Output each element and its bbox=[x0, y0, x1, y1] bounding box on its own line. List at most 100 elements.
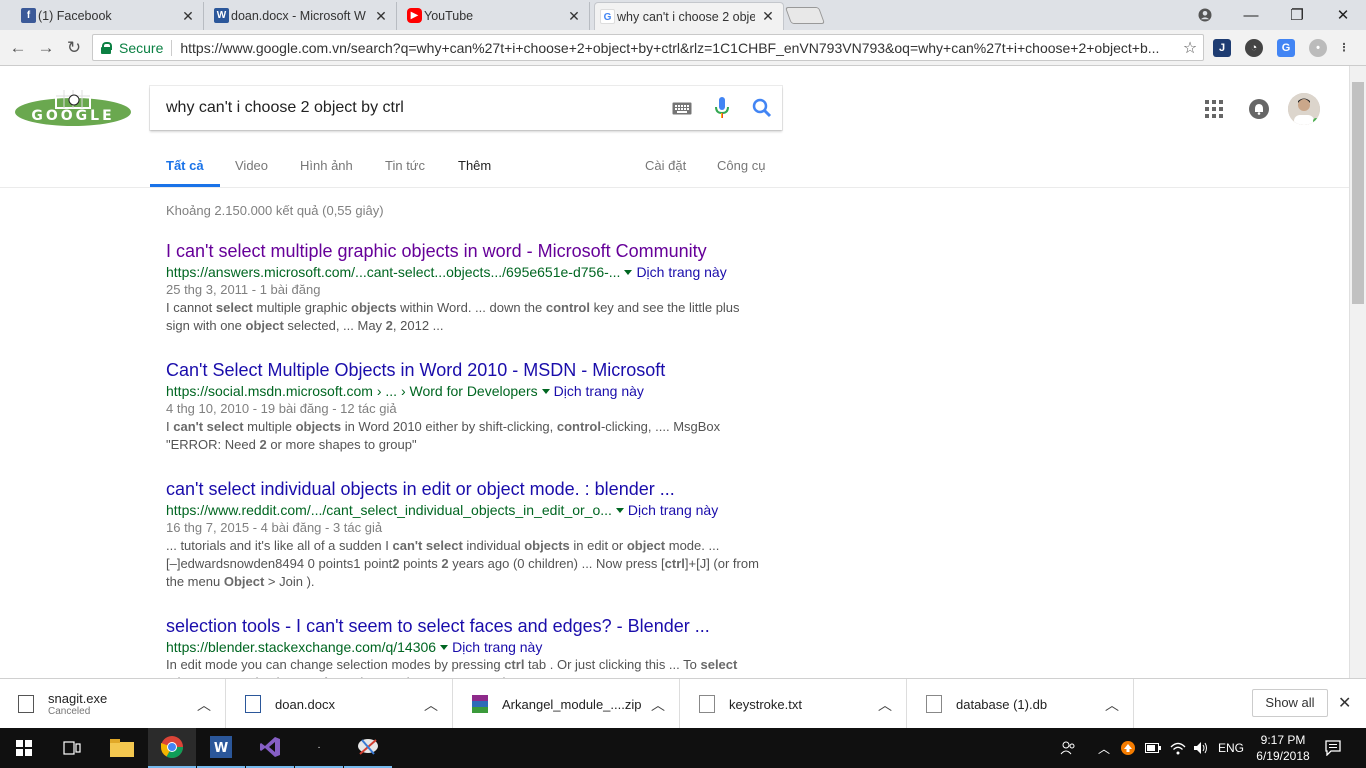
language-indicator[interactable]: ENG bbox=[1218, 728, 1244, 768]
extension-circle-icon[interactable]: ◔ bbox=[1245, 39, 1263, 57]
youtube-icon: ▶ bbox=[407, 8, 422, 23]
dropdown-arrow-icon[interactable] bbox=[624, 269, 633, 275]
wifi-icon[interactable] bbox=[1170, 728, 1186, 768]
download-filename: doan.docx bbox=[275, 696, 335, 712]
show-all-button[interactable]: Show all bbox=[1252, 689, 1328, 717]
avatar[interactable] bbox=[1288, 93, 1320, 125]
download-item[interactable]: keystroke.txt ︿ bbox=[681, 679, 907, 729]
search-box[interactable]: why can't i choose 2 object by ctrl bbox=[150, 86, 782, 130]
chevron-up-icon[interactable]: ︿ bbox=[424, 695, 438, 715]
tab-word-document[interactable]: W doan.docx - Microsoft W ✕ bbox=[209, 2, 397, 30]
result-title-link[interactable]: I can't select multiple graphic objects … bbox=[166, 240, 766, 262]
search-icon[interactable] bbox=[742, 86, 782, 130]
file-explorer-icon[interactable] bbox=[98, 728, 146, 768]
scrollbar-thumb[interactable] bbox=[1352, 82, 1364, 304]
tab-facebook[interactable]: f (1) Facebook ✕ bbox=[16, 2, 204, 30]
blank-app-icon[interactable]: · bbox=[295, 728, 343, 768]
download-item[interactable]: doan.docx ︿ bbox=[227, 679, 453, 729]
microphone-icon[interactable] bbox=[702, 86, 742, 130]
translate-link[interactable]: Dịch trang này bbox=[628, 502, 718, 518]
tab-youtube[interactable]: ▶ YouTube ✕ bbox=[402, 2, 590, 30]
tab-more[interactable]: Thêm bbox=[458, 158, 491, 173]
result-stats: Khoảng 2.150.000 kết quả (0,55 giây) bbox=[166, 203, 384, 218]
address-bar[interactable]: Secure https://www.google.com.vn/search?… bbox=[92, 34, 1204, 61]
close-icon[interactable]: ✕ bbox=[374, 8, 388, 25]
translate-link[interactable]: Dịch trang này bbox=[452, 639, 542, 655]
battery-icon[interactable] bbox=[1145, 728, 1161, 768]
extension-j-icon[interactable]: J bbox=[1213, 39, 1231, 57]
active-tab-indicator bbox=[150, 184, 220, 187]
start-windows-icon[interactable] bbox=[0, 728, 48, 768]
volume-icon[interactable] bbox=[1193, 728, 1209, 768]
close-icon[interactable]: ✕ bbox=[181, 8, 195, 25]
result-title-link[interactable]: Can't Select Multiple Objects in Word 20… bbox=[166, 359, 766, 381]
tab-news[interactable]: Tin tức bbox=[385, 158, 425, 173]
task-view-icon[interactable] bbox=[48, 728, 96, 768]
update-arrow-icon[interactable] bbox=[1121, 728, 1135, 768]
menu-icon[interactable]: ⋮ bbox=[1335, 39, 1353, 57]
back-button[interactable]: ← bbox=[6, 36, 30, 60]
close-icon[interactable]: ✕ bbox=[761, 8, 775, 25]
profile-icon[interactable] bbox=[1182, 0, 1228, 30]
dropdown-arrow-icon[interactable] bbox=[440, 644, 449, 650]
translate-link[interactable]: Dịch trang này bbox=[636, 264, 726, 280]
tab-title: doan.docx - Microsoft W bbox=[231, 9, 366, 23]
chevron-up-icon[interactable]: ︿ bbox=[878, 695, 892, 715]
minimize-button[interactable]: — bbox=[1228, 0, 1274, 30]
tab-images[interactable]: Hình ảnh bbox=[300, 158, 353, 173]
tab-all[interactable]: Tất cả bbox=[166, 158, 204, 173]
word-taskbar-icon[interactable]: W bbox=[197, 728, 245, 768]
clock[interactable]: 9:17 PM 6/19/2018 bbox=[1252, 732, 1314, 764]
reload-button[interactable]: ↻ bbox=[62, 36, 86, 60]
result-title-link[interactable]: can't select individual objects in edit … bbox=[166, 478, 766, 500]
download-item[interactable]: snagit.exe Canceled ︿ bbox=[0, 679, 226, 729]
tab-title: (1) Facebook bbox=[38, 9, 112, 23]
downloads-bar: snagit.exe Canceled ︿ doan.docx ︿ Arkang… bbox=[0, 678, 1366, 729]
action-center-icon[interactable] bbox=[1325, 728, 1341, 768]
chrome-icon[interactable] bbox=[148, 728, 196, 768]
google-icon: G bbox=[600, 9, 615, 24]
visual-studio-icon[interactable] bbox=[246, 728, 294, 768]
result-url-line: https://www.reddit.com/.../cant_select_i… bbox=[166, 501, 766, 519]
close-icon[interactable]: ✕ bbox=[567, 8, 581, 25]
result-date: 25 thg 3, 2011 - 1 bài đăng bbox=[166, 282, 321, 297]
notifications-icon[interactable] bbox=[1249, 99, 1269, 119]
translate-icon[interactable]: G bbox=[1277, 39, 1295, 57]
tools-link[interactable]: Công cụ bbox=[717, 158, 765, 173]
url-text[interactable]: https://www.google.com.vn/search?q=why+c… bbox=[180, 40, 1177, 56]
bookmark-star-icon[interactable]: ☆ bbox=[1177, 38, 1203, 58]
translate-link[interactable]: Dịch trang này bbox=[554, 383, 644, 399]
chevron-up-icon[interactable]: ︿ bbox=[1105, 695, 1119, 715]
maximize-button[interactable]: ❐ bbox=[1274, 0, 1320, 30]
window-close-button[interactable]: ✕ bbox=[1320, 0, 1366, 30]
chevron-up-icon[interactable]: ︿ bbox=[197, 695, 211, 715]
text-file-icon bbox=[699, 695, 715, 713]
result-snippet: I cannot select multiple graphic objects… bbox=[166, 300, 740, 333]
search-result: selection tools - I can't seem to select… bbox=[166, 615, 766, 678]
google-doodle-logo[interactable]: GOOGLE bbox=[14, 88, 132, 128]
chevron-up-icon[interactable]: ︿ bbox=[651, 695, 665, 715]
snipping-tool-icon[interactable] bbox=[344, 728, 392, 768]
extension-grey-icon[interactable]: • bbox=[1309, 39, 1327, 57]
result-snippet: In edit mode you can change selection mo… bbox=[166, 657, 738, 678]
vertical-scrollbar[interactable] bbox=[1349, 66, 1366, 678]
new-tab-button[interactable] bbox=[784, 7, 826, 24]
dropdown-arrow-icon[interactable] bbox=[541, 388, 550, 394]
close-downloads-icon[interactable]: ✕ bbox=[1338, 693, 1351, 713]
forward-button[interactable]: → bbox=[34, 36, 58, 60]
download-item[interactable]: Arkangel_module_....zip ︿ bbox=[454, 679, 680, 729]
google-apps-icon[interactable] bbox=[1205, 100, 1223, 118]
show-hidden-icons-chevron-icon[interactable]: ︿ bbox=[1098, 728, 1110, 768]
zip-file-icon bbox=[472, 695, 488, 713]
download-item[interactable]: database (1).db ︿ bbox=[908, 679, 1134, 729]
search-input[interactable]: why can't i choose 2 object by ctrl bbox=[150, 99, 662, 117]
keyboard-icon[interactable] bbox=[662, 86, 702, 130]
tab-google-search[interactable]: G why can't i choose 2 obje ✕ bbox=[594, 2, 784, 30]
settings-link[interactable]: Cài đặt bbox=[645, 158, 686, 173]
svg-text:GOOGLE: GOOGLE bbox=[31, 108, 114, 124]
facebook-icon: f bbox=[21, 8, 36, 23]
tab-video[interactable]: Video bbox=[235, 158, 268, 173]
dropdown-arrow-icon[interactable] bbox=[615, 507, 624, 513]
result-title-link[interactable]: selection tools - I can't seem to select… bbox=[166, 615, 766, 637]
people-icon[interactable] bbox=[1060, 728, 1076, 768]
